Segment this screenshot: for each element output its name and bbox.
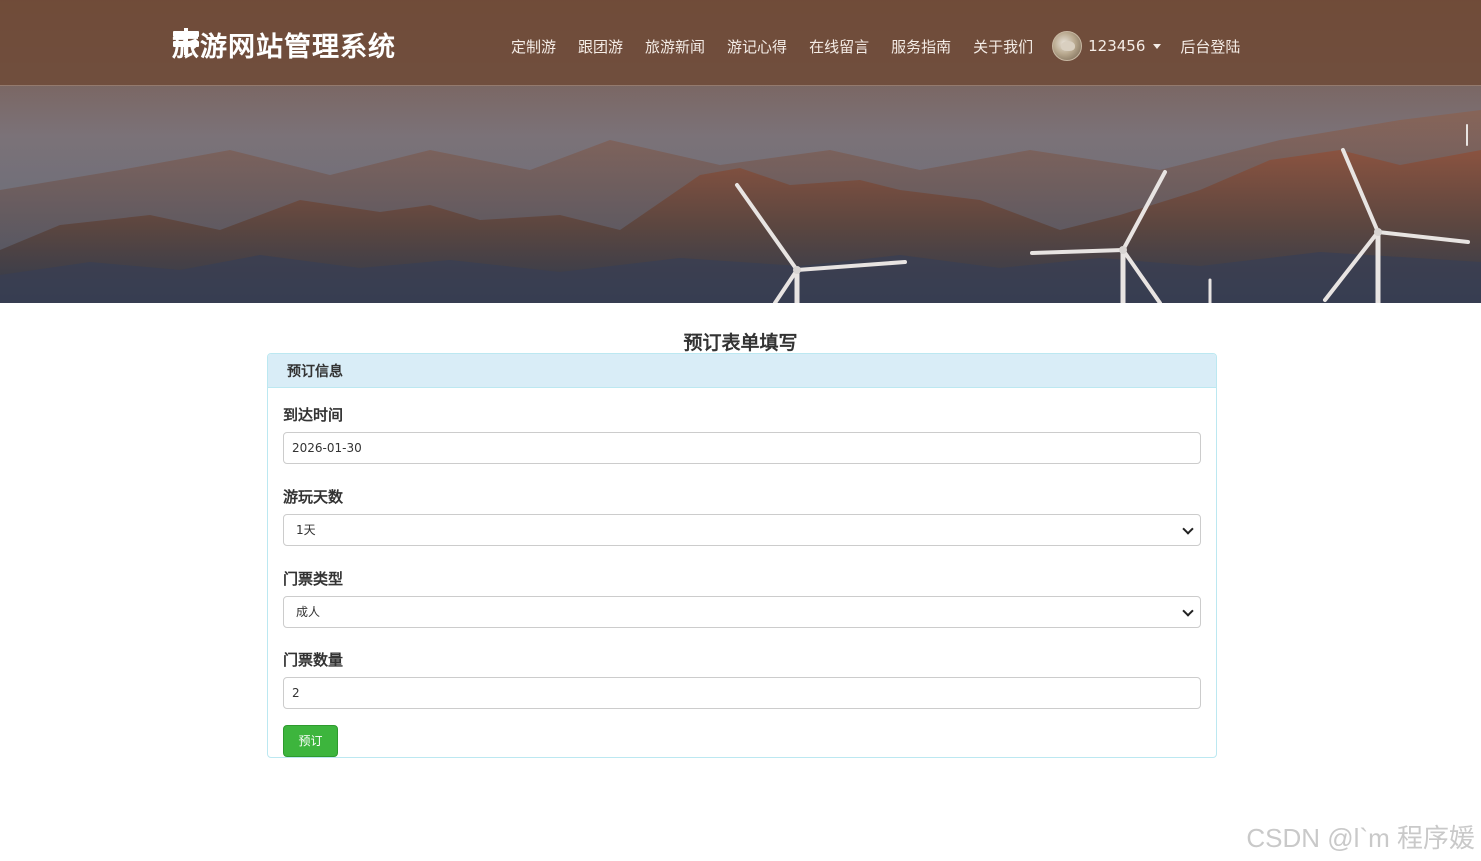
submit-row: 预订 [283, 725, 1201, 757]
brand-title: 旅游网站管理系统 [172, 31, 396, 63]
nav-service-guide[interactable]: 服务指南 [880, 36, 962, 57]
avatar [1052, 31, 1083, 61]
brand[interactable]: 旅游网站管理系统 [172, 26, 396, 63]
main-nav: 定制游 跟团游 旅游新闻 游记心得 在线留言 服务指南 关于我们 123456 … [500, 30, 1251, 62]
days-select-value: 1天 [283, 514, 1201, 546]
ticket-type-label: 门票类型 [283, 570, 344, 588]
watermark: CSDN @l`m 程序媛 [1246, 823, 1475, 853]
signpost-icon [173, 28, 199, 55]
page-title: 预订表单填写 [683, 332, 798, 354]
arrival-date-input[interactable] [283, 432, 1201, 464]
booking-form: 到达时间 游玩天数 1天 门票类型 成人 门票数量 预订 [268, 388, 1216, 757]
booking-panel: 预订信息 到达时间 游玩天数 1天 门票类型 成人 门票数量 预订 [267, 353, 1217, 758]
ticket-qty-label: 门票数量 [283, 651, 344, 669]
panel-heading: 预订信息 [268, 354, 1216, 388]
days-label: 游玩天数 [283, 488, 344, 506]
nav-travel-news[interactable]: 旅游新闻 [634, 36, 716, 57]
hero-banner: 旅游网站管理系统 定制游 跟团游 旅游新闻 游记心得 在线留言 服务指南 关于我… [0, 0, 1481, 303]
nav-custom-tour[interactable]: 定制游 [500, 36, 567, 57]
nav-admin-login[interactable]: 后台登陆 [1169, 36, 1251, 57]
username: 123456 [1088, 37, 1146, 55]
top-navbar: 旅游网站管理系统 定制游 跟团游 旅游新闻 游记心得 在线留言 服务指南 关于我… [0, 0, 1481, 86]
user-menu[interactable]: 123456 [1044, 31, 1169, 61]
ticket-type-select-value: 成人 [283, 596, 1201, 628]
nav-online-message[interactable]: 在线留言 [798, 36, 880, 57]
nav-group-tour[interactable]: 跟团游 [567, 36, 634, 57]
days-group: 游玩天数 1天 [283, 486, 1201, 546]
book-button[interactable]: 预订 [283, 725, 338, 757]
nav-about-us[interactable]: 关于我们 [962, 36, 1044, 57]
ticket-quantity-input[interactable] [283, 677, 1201, 709]
arrival-group: 到达时间 [283, 404, 1201, 464]
ticket-qty-group: 门票数量 [283, 649, 1201, 709]
ticket-type-select[interactable]: 成人 [283, 596, 1201, 628]
nav-travel-notes[interactable]: 游记心得 [716, 36, 798, 57]
chevron-down-icon [1153, 43, 1162, 49]
ticket-type-group: 门票类型 成人 [283, 568, 1201, 628]
days-select[interactable]: 1天 [283, 514, 1201, 546]
arrival-label: 到达时间 [283, 406, 344, 424]
